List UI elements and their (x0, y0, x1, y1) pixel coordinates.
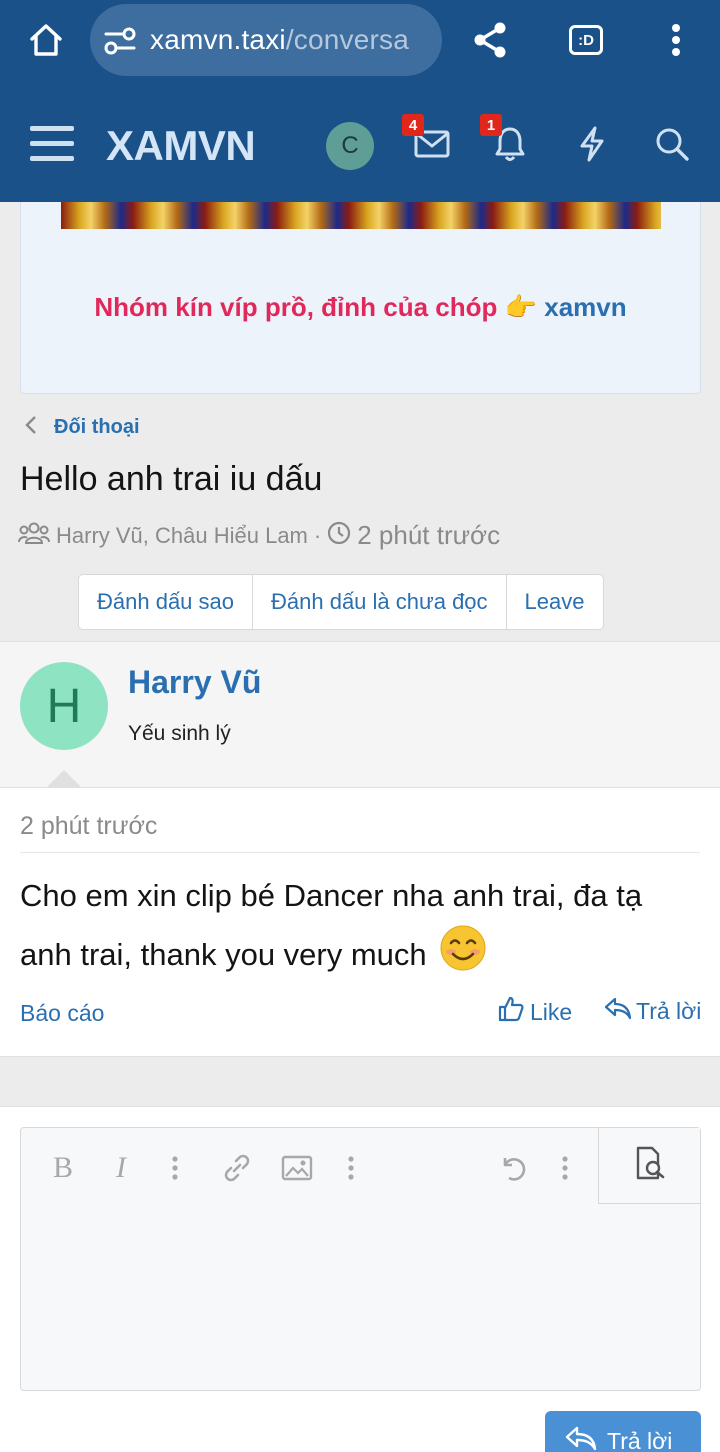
conversation-actions: Đánh dấu sao Đánh dấu là chưa đọc Leave (78, 574, 604, 630)
url-text: xamvn.taxi/conversa (150, 24, 410, 55)
inbox-button[interactable]: 4 (402, 114, 456, 170)
report-link[interactable]: Báo cáo (20, 1000, 104, 1027)
smiling-face-icon (439, 924, 487, 990)
reply-editor[interactable]: B I (20, 1127, 701, 1391)
reply-link[interactable]: Trả lời (604, 996, 701, 1026)
editor-toolbar: B I (21, 1128, 599, 1204)
leave-button[interactable]: Leave (507, 575, 603, 629)
image-icon[interactable] (277, 1148, 317, 1188)
address-bar[interactable]: xamvn.taxi/conversa (90, 4, 442, 76)
banner-text[interactable]: Nhóm kín víp prồ, đỉnh của chóp 👉 xamvn (21, 292, 700, 323)
thumbs-up-icon (498, 996, 524, 1028)
reply-arrow-icon (565, 1425, 597, 1452)
pointing-hand-emoji: 👉 (504, 292, 537, 322)
chevron-left-icon (24, 414, 38, 441)
message-time[interactable]: 2 phút trước (20, 812, 157, 841)
breadcrumb-label[interactable]: Đối thoại (54, 416, 140, 439)
more-formatting-icon[interactable] (155, 1148, 195, 1188)
menu-icon[interactable] (30, 126, 74, 166)
browser-toolbar: xamvn.taxi/conversa :D (0, 0, 720, 92)
site-header: XAMVN C 4 1 (0, 92, 720, 202)
breadcrumb[interactable]: Đối thoại (24, 414, 140, 441)
site-settings-icon[interactable] (104, 26, 136, 61)
message-body: 2 phút trước Cho em xin clip bé Dancer n… (0, 787, 720, 1057)
document-search-icon (632, 1145, 668, 1186)
search-icon (654, 126, 690, 167)
message-text: Cho em xin clip bé Dancer nha anh trai, … (20, 878, 643, 973)
participants-icon (18, 521, 50, 551)
message-username[interactable]: Harry Vũ (128, 664, 261, 701)
whats-new-button[interactable] (568, 122, 616, 170)
banner-link[interactable]: xamvn (544, 292, 626, 322)
send-reply-button[interactable]: Trả lời (545, 1411, 701, 1452)
participants-list[interactable]: Harry Vũ, Châu Hiểu Lam (56, 523, 308, 549)
mark-unread-button[interactable]: Đánh dấu là chưa đọc (253, 575, 507, 629)
reply-arrow-icon (604, 996, 632, 1026)
star-button[interactable]: Đánh dấu sao (79, 575, 253, 629)
send-reply-label: Trả lời (607, 1427, 673, 1452)
bold-button[interactable]: B (43, 1148, 83, 1188)
divider (20, 852, 700, 853)
user-title: Yếu sinh lý (128, 722, 231, 745)
account-avatar[interactable]: C (326, 122, 374, 170)
lightning-icon (578, 126, 606, 167)
conversation-meta: Harry Vũ, Châu Hiểu Lam · 2 phút trước (18, 520, 500, 551)
home-icon[interactable] (18, 14, 74, 66)
meta-separator: · (313, 522, 322, 548)
italic-button[interactable]: I (101, 1148, 141, 1188)
alerts-button[interactable]: 1 (480, 114, 534, 170)
tab-switcher-button[interactable]: :D (558, 14, 614, 66)
conversation-title: Hello anh trai iu dấu (20, 460, 323, 498)
preview-button[interactable] (598, 1128, 700, 1204)
reply-section: B I Trả lời (0, 1106, 720, 1452)
share-icon[interactable] (462, 14, 518, 66)
more-menu-icon[interactable] (648, 14, 704, 66)
reply-label: Trả lời (636, 997, 702, 1024)
message-text-container: Cho em xin clip bé Dancer nha anh trai, … (20, 868, 700, 990)
promo-banner: Nhóm kín víp prồ, đỉnh của chóp 👉 xamvn (20, 202, 701, 394)
search-button[interactable] (648, 122, 696, 170)
more-insert-icon[interactable] (331, 1148, 371, 1188)
banner-image (61, 202, 661, 229)
inbox-badge: 4 (402, 114, 424, 136)
clock-icon (327, 521, 351, 551)
link-icon[interactable] (217, 1148, 257, 1188)
message-pointer (46, 770, 82, 788)
tab-switcher-label: :D (578, 31, 594, 49)
more-options-icon[interactable] (545, 1148, 585, 1188)
like-button[interactable]: Like (498, 996, 572, 1028)
alerts-badge: 1 (480, 114, 502, 136)
message-user-block: H Harry Vũ Yếu sinh lý (0, 641, 720, 787)
site-logo[interactable]: XAMVN (106, 122, 256, 170)
like-label: Like (530, 998, 573, 1025)
undo-icon[interactable] (493, 1148, 533, 1188)
conversation-time: 2 phút trước (357, 520, 501, 550)
user-avatar[interactable]: H (20, 662, 108, 750)
